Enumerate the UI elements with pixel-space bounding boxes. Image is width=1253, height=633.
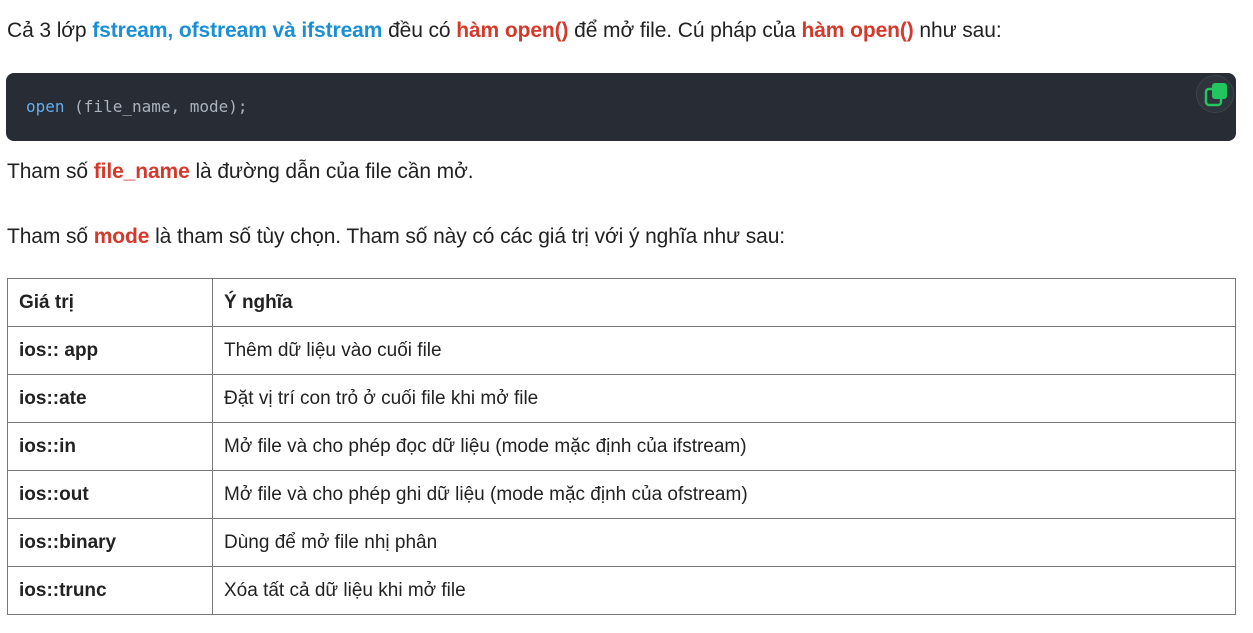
param1-text-post: là đường dẫn của file cần mở. (189, 160, 474, 183)
file-name-paragraph: Tham số file_name là đường dẫn của file … (7, 158, 474, 186)
intro-text-mid1: đều có (382, 19, 457, 42)
param2-text-post: là tham số tùy chọn. Tham số này có các … (149, 225, 786, 248)
mode-meaning-cell: Dùng để mở file nhị phân (212, 518, 1236, 567)
code-function-name: open (26, 97, 65, 116)
mode-meaning-cell: Xóa tất cả dữ liệu khi mở file (212, 566, 1236, 615)
mode-value-cell: ios::binary (7, 518, 213, 567)
table-row: ios::binary Dùng để mở file nhị phân (7, 518, 1236, 567)
code-block: open (file_name, mode); (6, 73, 1236, 141)
mode-meaning-cell: Thêm dữ liệu vào cuối file (212, 326, 1236, 375)
mode-value-cell: ios::ate (7, 374, 213, 423)
param1-text-pre: Tham số (7, 160, 94, 183)
table-row: ios:: app Thêm dữ liệu vào cuối file (7, 326, 1236, 375)
code-arguments: (file_name, mode); (64, 97, 248, 116)
mode-values-table: Giá trị Ý nghĩa ios:: app Thêm dữ liệu v… (7, 278, 1236, 615)
table-row: ios::out Mở file và cho phép ghi dữ liệu… (7, 470, 1236, 519)
intro-text-mid2: để mở file. Cú pháp của (568, 19, 802, 42)
open-function-ref-2: hàm open() (801, 19, 914, 42)
table-row: ios::in Mở file và cho phép đọc dữ liệu … (7, 422, 1236, 471)
mode-value-cell: ios::out (7, 470, 213, 519)
mode-meaning-cell: Đặt vị trí con trỏ ở cuối file khi mở fi… (212, 374, 1236, 423)
copy-icon (1204, 83, 1227, 107)
intro-text-pre: Cả 3 lớp (7, 19, 93, 42)
mode-value-cell: ios::trunc (7, 566, 213, 615)
header-value: Giá trị (7, 278, 213, 327)
header-meaning: Ý nghĩa (212, 278, 1236, 327)
param2-text-pre: Tham số (7, 225, 94, 248)
mode-meaning-cell: Mở file và cho phép ghi dữ liệu (mode mặ… (212, 470, 1236, 519)
table-row: ios::ate Đặt vị trí con trỏ ở cuối file … (7, 374, 1236, 423)
copy-code-button[interactable] (1196, 75, 1234, 113)
table-header-row: Giá trị Ý nghĩa (7, 278, 1236, 327)
intro-text-post: như sau: (913, 19, 1002, 42)
param-file-name: file_name (93, 160, 190, 183)
table-row: ios::trunc Xóa tất cả dữ liệu khi mở fil… (7, 566, 1236, 615)
mode-meaning-cell: Mở file và cho phép đọc dữ liệu (mode mặ… (212, 422, 1236, 471)
class-names: fstream, ofstream và ifstream (92, 19, 383, 42)
open-function-ref-1: hàm open() (456, 19, 569, 42)
code-line: open (file_name, mode); (26, 97, 248, 117)
intro-paragraph: Cả 3 lớp fstream, ofstream và ifstream đ… (7, 17, 1002, 45)
mode-paragraph: Tham số mode là tham số tùy chọn. Tham s… (7, 223, 785, 251)
mode-value-cell: ios::in (7, 422, 213, 471)
mode-value-cell: ios:: app (7, 326, 213, 375)
param-mode: mode (93, 225, 150, 248)
